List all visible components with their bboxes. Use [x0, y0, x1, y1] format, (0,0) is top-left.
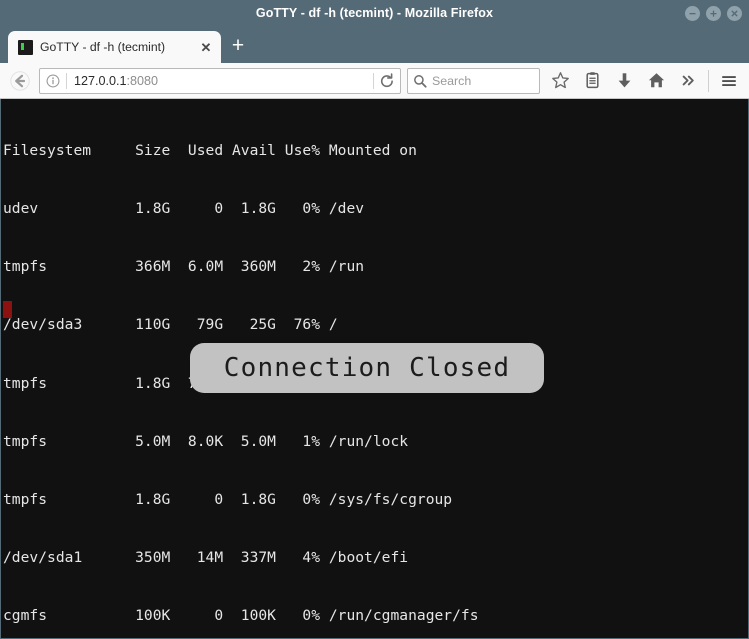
new-tab-button[interactable]: +	[223, 31, 253, 63]
connection-closed-dialog: Connection Closed	[190, 343, 544, 393]
search-input[interactable]: Search	[432, 74, 471, 88]
minimize-button[interactable]	[685, 6, 700, 21]
downloads-icon[interactable]	[609, 66, 639, 96]
terminal-row: udev 1.8G 0 1.8G 0% /dev	[3, 199, 748, 218]
terminal-row: /dev/sda3 110G 79G 25G 76% /	[3, 315, 748, 334]
tab-gotty[interactable]: GoTTY - df -h (tecmint) ✕	[8, 31, 221, 63]
url-port: :8080	[127, 74, 159, 88]
close-button[interactable]	[727, 6, 742, 21]
overflow-chevron-icon[interactable]	[673, 66, 703, 96]
terminal-header-line: Filesystem Size Used Avail Use% Mounted …	[3, 141, 748, 160]
terminal-row: tmpfs 366M 6.0M 360M 2% /run	[3, 257, 748, 276]
window-titlebar: GoTTY - df -h (tecmint) - Mozilla Firefo…	[0, 0, 749, 26]
search-icon	[408, 74, 432, 88]
tab-title: GoTTY - df -h (tecmint)	[40, 40, 197, 54]
terminal-favicon-icon	[18, 40, 33, 55]
terminal-cursor	[3, 301, 12, 318]
tab-strip: GoTTY - df -h (tecmint) ✕ +	[0, 26, 749, 63]
toolbar-divider	[708, 70, 709, 92]
window-title: GoTTY - df -h (tecmint) - Mozilla Firefo…	[256, 6, 493, 20]
browser-window: GoTTY - df -h (tecmint) - Mozilla Firefo…	[0, 0, 749, 639]
connection-closed-message: Connection Closed	[224, 353, 511, 383]
terminal-row: /dev/sda1 350M 14M 337M 4% /boot/efi	[3, 548, 748, 567]
home-icon[interactable]	[641, 66, 671, 96]
terminal-row: cgmfs 100K 0 100K 0% /run/cgmanager/fs	[3, 606, 748, 625]
library-icon[interactable]	[577, 66, 607, 96]
url-host: 127.0.0.1	[74, 74, 127, 88]
hamburger-menu-icon[interactable]	[714, 66, 744, 96]
url-input[interactable]: 127.0.0.1:8080	[67, 74, 373, 88]
search-bar[interactable]: Search	[407, 68, 540, 94]
terminal-row: tmpfs 1.8G 0 1.8G 0% /sys/fs/cgroup	[3, 490, 748, 509]
url-bar[interactable]: 127.0.0.1:8080	[39, 68, 401, 94]
bookmark-star-icon[interactable]	[545, 66, 575, 96]
window-controls	[685, 0, 742, 26]
reload-icon[interactable]	[374, 69, 400, 93]
navigation-toolbar: 127.0.0.1:8080 Search	[0, 63, 749, 99]
terminal-row: tmpfs 5.0M 8.0K 5.0M 1% /run/lock	[3, 432, 748, 451]
close-tab-icon[interactable]: ✕	[197, 38, 215, 56]
site-info-icon[interactable]	[40, 74, 66, 88]
page-content: Filesystem Size Used Avail Use% Mounted …	[0, 99, 749, 639]
maximize-button[interactable]	[706, 6, 721, 21]
back-button[interactable]	[5, 66, 35, 96]
